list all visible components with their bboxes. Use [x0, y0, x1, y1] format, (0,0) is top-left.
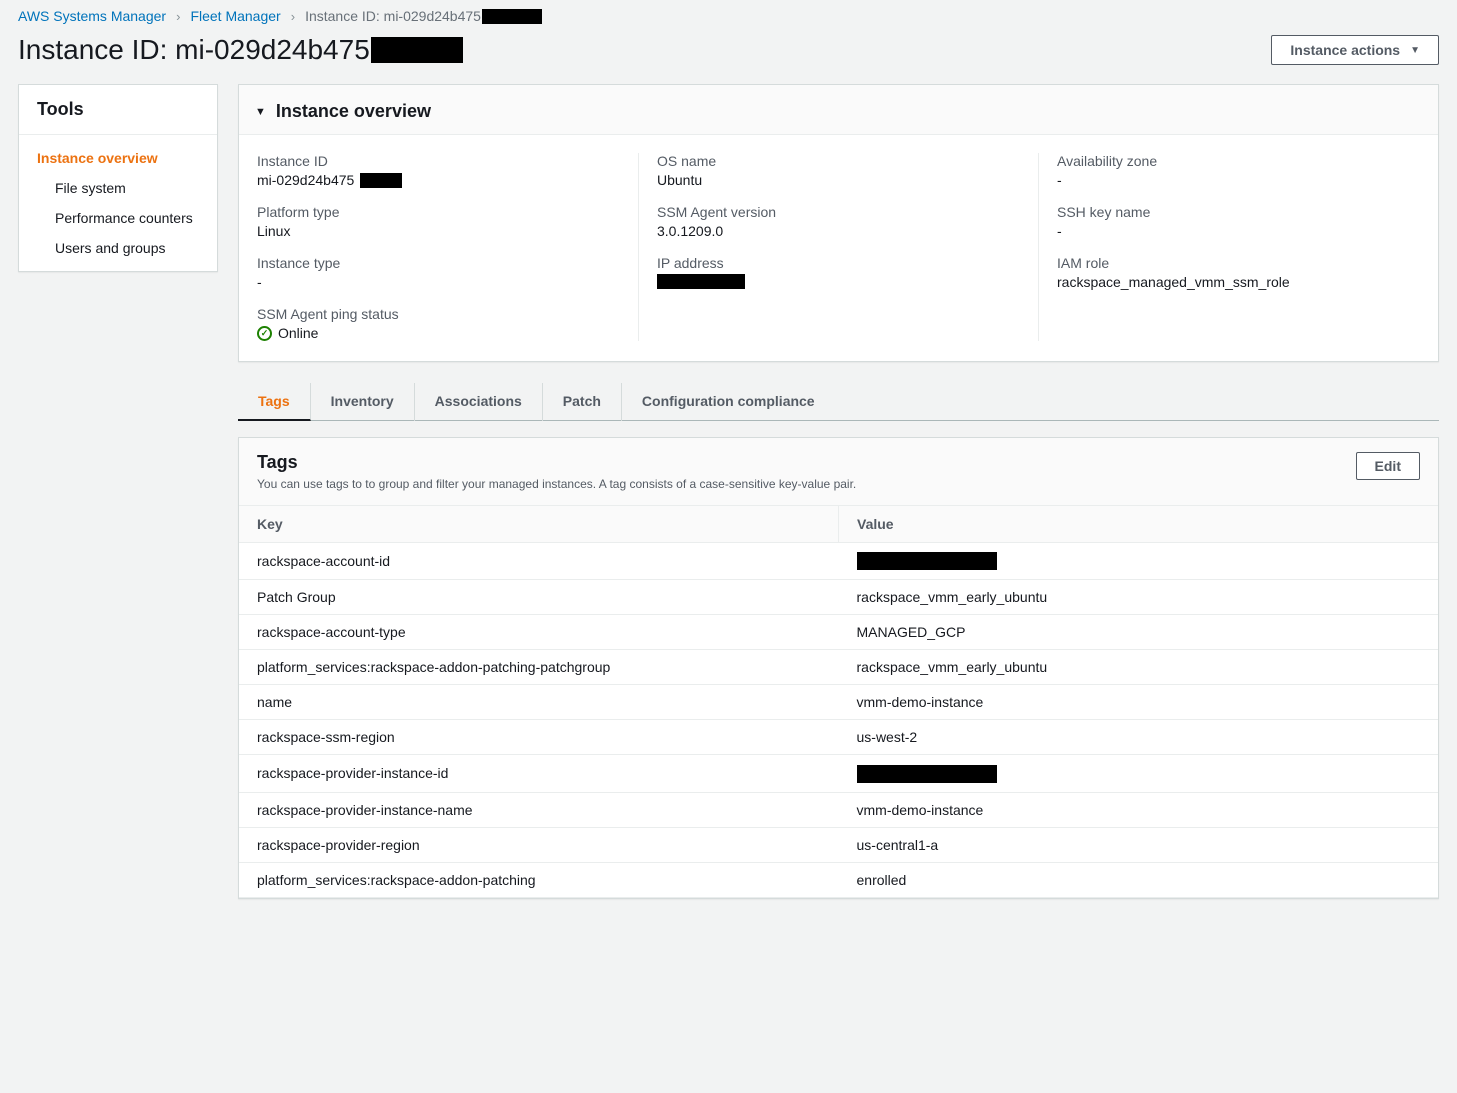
- sidebar-item-performance-counters[interactable]: Performance counters: [19, 203, 217, 233]
- overview-title: Instance overview: [276, 101, 431, 122]
- breadcrumb: AWS Systems Manager › Fleet Manager › In…: [18, 0, 1439, 28]
- chevron-right-icon: ›: [291, 9, 295, 24]
- instance-id-label: Instance ID: [257, 153, 620, 169]
- table-row: rackspace-provider-instance-namevmm-demo…: [239, 792, 1438, 827]
- ssh-key-value: -: [1057, 223, 1420, 239]
- instance-type-label: Instance type: [257, 255, 620, 271]
- tag-key: rackspace-provider-instance-name: [239, 792, 839, 827]
- breadcrumb-current: Instance ID: mi-029d24b475: [305, 8, 542, 24]
- tab-inventory[interactable]: Inventory: [311, 383, 415, 421]
- os-name-label: OS name: [657, 153, 1020, 169]
- detail-tabs: TagsInventoryAssociationsPatchConfigurat…: [238, 382, 1439, 421]
- tag-key: rackspace-account-type: [239, 615, 839, 650]
- tag-key: rackspace-provider-region: [239, 827, 839, 862]
- table-row: rackspace-account-typeMANAGED_GCP: [239, 615, 1438, 650]
- tag-key: platform_services:rackspace-addon-patchi…: [239, 862, 839, 897]
- tab-associations[interactable]: Associations: [415, 383, 543, 421]
- table-row: rackspace-provider-instance-id: [239, 755, 1438, 792]
- agent-version-label: SSM Agent version: [657, 204, 1020, 220]
- table-row: rackspace-ssm-regionus-west-2: [239, 720, 1438, 755]
- az-value: -: [1057, 172, 1420, 188]
- tag-value: rackspace_vmm_early_ubuntu: [839, 580, 1439, 615]
- check-circle-icon: ✓: [257, 326, 272, 341]
- tags-col-value: Value: [839, 506, 1439, 543]
- ssh-key-label: SSH key name: [1057, 204, 1420, 220]
- instance-type-value: -: [257, 274, 620, 290]
- table-row: platform_services:rackspace-addon-patchi…: [239, 862, 1438, 897]
- table-row: namevmm-demo-instance: [239, 685, 1438, 720]
- tag-value: MANAGED_GCP: [839, 615, 1439, 650]
- tags-card: Tags You can use tags to to group and fi…: [238, 437, 1439, 899]
- chevron-right-icon: ›: [176, 9, 180, 24]
- tag-value: vmm-demo-instance: [839, 685, 1439, 720]
- instance-actions-button[interactable]: Instance actions ▼: [1271, 35, 1439, 65]
- ping-status-value: ✓ Online: [257, 325, 620, 341]
- instance-overview-card: ▼ Instance overview Instance ID mi-029d2…: [238, 84, 1439, 362]
- breadcrumb-systems-manager[interactable]: AWS Systems Manager: [18, 8, 166, 24]
- tags-title: Tags: [257, 452, 856, 473]
- tag-key: name: [239, 685, 839, 720]
- tag-value: us-west-2: [839, 720, 1439, 755]
- tag-value: rackspace_vmm_early_ubuntu: [839, 650, 1439, 685]
- tag-key: rackspace-provider-instance-id: [239, 755, 839, 792]
- tab-tags[interactable]: Tags: [238, 383, 311, 421]
- sidebar-item-instance-overview[interactable]: Instance overview: [19, 143, 217, 173]
- iam-role-value: rackspace_managed_vmm_ssm_role: [1057, 274, 1420, 290]
- agent-version-value: 3.0.1209.0: [657, 223, 1020, 239]
- table-row: Patch Grouprackspace_vmm_early_ubuntu: [239, 580, 1438, 615]
- tab-patch[interactable]: Patch: [543, 383, 622, 421]
- ip-address-value: [657, 274, 1020, 289]
- page-title: Instance ID: mi-029d24b475: [18, 34, 463, 66]
- tags-description: You can use tags to to group and filter …: [257, 477, 856, 491]
- instance-id-value: mi-029d24b475: [257, 172, 620, 188]
- tag-key: Patch Group: [239, 580, 839, 615]
- platform-type-label: Platform type: [257, 204, 620, 220]
- table-row: rackspace-account-id: [239, 543, 1438, 580]
- sidebar-item-users-and-groups[interactable]: Users and groups: [19, 233, 217, 263]
- ping-status-label: SSM Agent ping status: [257, 306, 620, 322]
- platform-type-value: Linux: [257, 223, 620, 239]
- caret-down-icon[interactable]: ▼: [255, 106, 266, 118]
- az-label: Availability zone: [1057, 153, 1420, 169]
- tags-col-key: Key: [239, 506, 839, 543]
- tag-key: platform_services:rackspace-addon-patchi…: [239, 650, 839, 685]
- tab-configuration-compliance[interactable]: Configuration compliance: [622, 383, 835, 421]
- tag-key: rackspace-account-id: [239, 543, 839, 580]
- tag-value: [839, 755, 1439, 792]
- tag-value: [839, 543, 1439, 580]
- table-row: rackspace-provider-regionus-central1-a: [239, 827, 1438, 862]
- tag-value: enrolled: [839, 862, 1439, 897]
- sidebar-title: Tools: [19, 85, 217, 135]
- table-row: platform_services:rackspace-addon-patchi…: [239, 650, 1438, 685]
- edit-tags-button[interactable]: Edit: [1356, 452, 1420, 480]
- tag-key: rackspace-ssm-region: [239, 720, 839, 755]
- sidebar-item-file-system[interactable]: File system: [19, 173, 217, 203]
- os-name-value: Ubuntu: [657, 172, 1020, 188]
- iam-role-label: IAM role: [1057, 255, 1420, 271]
- caret-down-icon: ▼: [1410, 45, 1420, 56]
- tools-sidebar: Tools Instance overviewFile systemPerfor…: [18, 84, 218, 272]
- tag-value: us-central1-a: [839, 827, 1439, 862]
- breadcrumb-fleet-manager[interactable]: Fleet Manager: [190, 8, 280, 24]
- tag-value: vmm-demo-instance: [839, 792, 1439, 827]
- ip-address-label: IP address: [657, 255, 1020, 271]
